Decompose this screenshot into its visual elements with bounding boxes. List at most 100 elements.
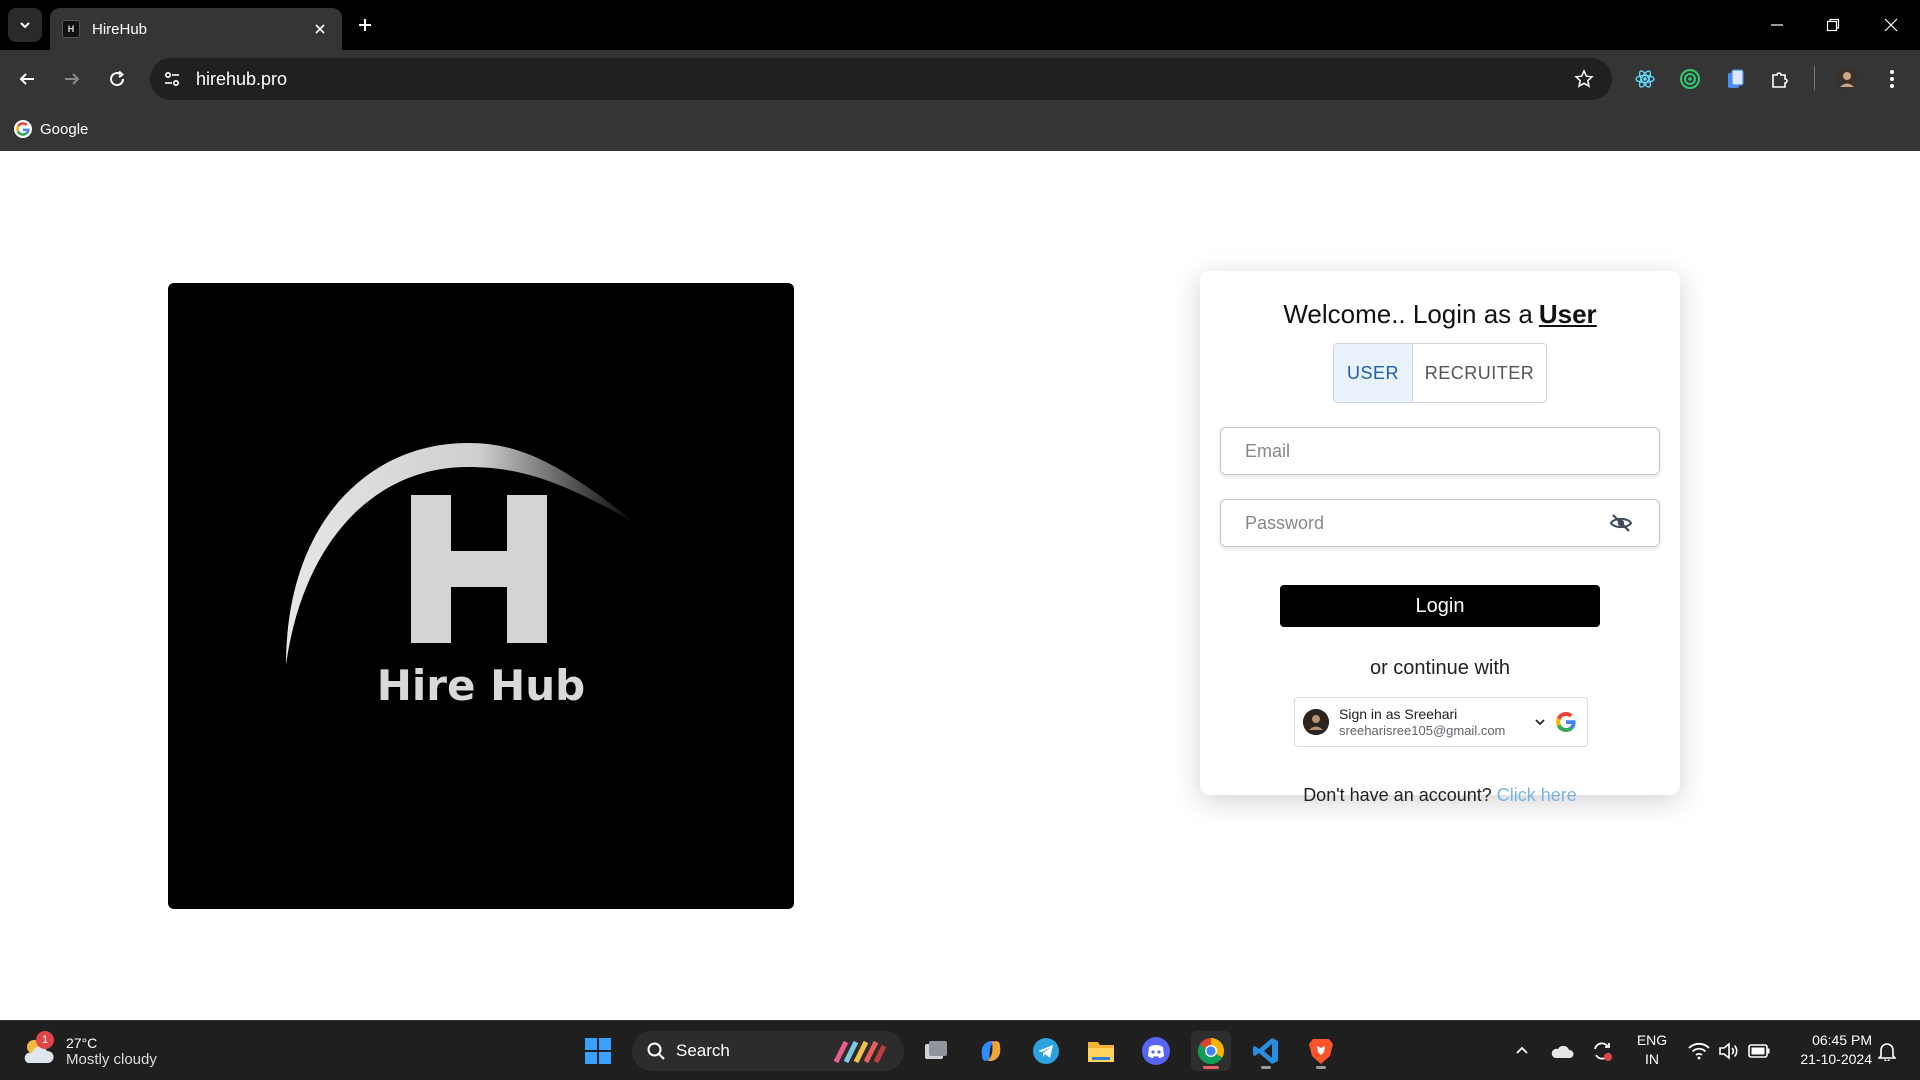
tab-hirehub[interactable]: H HireHub — [50, 8, 342, 50]
discord-button[interactable] — [1136, 1031, 1176, 1071]
weather-icon: 1 — [20, 1031, 56, 1069]
minimize-button[interactable] — [1760, 8, 1794, 42]
react-devtools-extension[interactable] — [1628, 62, 1662, 96]
tab-search-button[interactable] — [8, 8, 42, 42]
taskbar-search[interactable]: Search — [632, 1031, 904, 1071]
google-sign-in-button[interactable]: Sign in as Sreehari sreeharisree105@gmai… — [1294, 697, 1588, 747]
tune-icon — [164, 71, 180, 87]
tab-favicon: H — [62, 20, 80, 38]
toggle-password-visibility-button[interactable] — [1607, 509, 1635, 537]
role-user-button[interactable]: USER — [1334, 344, 1413, 402]
logo-letter-h — [411, 495, 547, 643]
vscode-button[interactable] — [1246, 1031, 1286, 1071]
task-view-button[interactable] — [916, 1031, 956, 1071]
email-input[interactable] — [1245, 440, 1635, 462]
target-extension-icon — [1680, 69, 1700, 89]
system-clock[interactable]: 06:45 PM 21-10-2024 — [1778, 1031, 1872, 1069]
new-tab-button[interactable] — [350, 10, 380, 40]
star-icon — [1574, 69, 1594, 88]
password-field[interactable] — [1220, 499, 1660, 547]
copilot-icon — [981, 1041, 1001, 1061]
google-account-avatar — [1303, 709, 1329, 735]
signup-link[interactable]: Click here — [1497, 785, 1577, 805]
battery-icon — [1748, 1044, 1770, 1058]
page-content: Hire Hub Welcome.. Login as a User USER R… — [0, 151, 1920, 1020]
address-bar[interactable]: hirehub.pro — [150, 58, 1612, 100]
task-view-icon — [925, 1041, 947, 1059]
sync-button[interactable] — [1586, 1031, 1618, 1071]
bookmark-star-button[interactable] — [1566, 61, 1602, 97]
google-account-title: Sign in as Sreehari — [1339, 706, 1458, 722]
restore-button[interactable] — [1816, 8, 1850, 42]
wifi-icon — [1688, 1042, 1710, 1060]
back-button[interactable] — [10, 62, 44, 96]
role-recruiter-button[interactable]: RECRUITER — [1413, 344, 1546, 402]
chrome-icon — [1197, 1038, 1225, 1065]
running-app-indicator — [1261, 1066, 1271, 1069]
url-text[interactable]: hirehub.pro — [196, 69, 1566, 90]
google-icon — [14, 120, 32, 138]
chrome-button[interactable] — [1191, 1031, 1231, 1071]
profile-button[interactable] — [1830, 62, 1864, 96]
copilot-button[interactable] — [971, 1031, 1011, 1071]
brave-button[interactable] — [1301, 1031, 1341, 1071]
avatar-icon — [1303, 709, 1329, 735]
file-explorer-button[interactable] — [1081, 1031, 1121, 1071]
logo-wordmark: Hire Hub — [376, 661, 586, 710]
google-logo — [1553, 709, 1579, 735]
extensions-button[interactable] — [1763, 62, 1797, 96]
battery-button[interactable] — [1744, 1031, 1774, 1071]
search-highlight-art-icon — [833, 1040, 887, 1064]
bookmark-label: Google — [40, 120, 89, 138]
onedrive-button[interactable] — [1546, 1031, 1578, 1071]
weather-widget[interactable]: 1 27°C Mostly cloudy — [20, 1029, 157, 1073]
active-app-indicator — [1203, 1066, 1219, 1069]
show-hidden-icons-button[interactable] — [1508, 1031, 1536, 1071]
email-field[interactable] — [1220, 427, 1660, 475]
profile-avatar-icon — [1836, 68, 1858, 90]
password-input[interactable] — [1245, 512, 1607, 534]
clock-time: 06:45 PM — [1812, 1032, 1872, 1048]
account-switch-chevron[interactable] — [1531, 713, 1549, 731]
volume-icon — [1719, 1042, 1738, 1060]
start-button[interactable] — [578, 1031, 618, 1071]
close-icon — [1884, 18, 1898, 32]
login-heading: Welcome.. Login as a User — [1200, 299, 1680, 330]
weather-temperature: 27°C — [66, 1034, 98, 1051]
login-heading-role: User — [1538, 299, 1597, 329]
chevron-up-icon — [1516, 1046, 1528, 1054]
telegram-icon — [1033, 1038, 1059, 1064]
plus-icon — [359, 19, 371, 31]
target-extension[interactable] — [1673, 62, 1707, 96]
input-language-indicator[interactable]: ENG IN — [1632, 1031, 1672, 1069]
telegram-button[interactable] — [1026, 1031, 1066, 1071]
tab-close-button[interactable] — [310, 19, 330, 39]
eye-off-icon — [1609, 514, 1633, 532]
arrow-left-icon — [19, 73, 34, 85]
bookmark-google[interactable]: Google — [14, 116, 88, 142]
site-info-button[interactable] — [154, 61, 190, 97]
chevron-down-icon — [20, 22, 30, 29]
clipboard-extension[interactable] — [1718, 62, 1752, 96]
react-devtools-icon — [1635, 70, 1655, 88]
forward-button[interactable] — [55, 62, 89, 96]
network-button[interactable] — [1684, 1031, 1714, 1071]
window-close-button[interactable] — [1874, 8, 1908, 42]
google-account-info: Sign in as Sreehari sreeharisree105@gmai… — [1339, 706, 1531, 738]
volume-button[interactable] — [1714, 1031, 1744, 1071]
clock-date: 21-10-2024 — [1800, 1051, 1872, 1067]
bookmarks-bar: Google — [0, 108, 1920, 151]
toolbar-divider — [1814, 66, 1815, 90]
google-g-icon — [1556, 712, 1576, 732]
taskbar: 1 27°C Mostly cloudy Search ENG IN 06:45… — [0, 1020, 1920, 1080]
onedrive-icon — [1551, 1045, 1574, 1058]
notifications-button[interactable] — [1870, 1031, 1904, 1071]
browser-tab-bar: H HireHub — [0, 0, 1920, 50]
minimize-icon — [1771, 24, 1783, 26]
reload-button[interactable] — [100, 62, 134, 96]
hero-logo-panel: Hire Hub — [168, 283, 794, 909]
browser-menu-button[interactable] — [1875, 62, 1909, 96]
weather-alert-badge: 1 — [36, 1031, 54, 1049]
running-app-indicator — [1316, 1066, 1326, 1069]
login-button[interactable]: Login — [1280, 585, 1600, 627]
